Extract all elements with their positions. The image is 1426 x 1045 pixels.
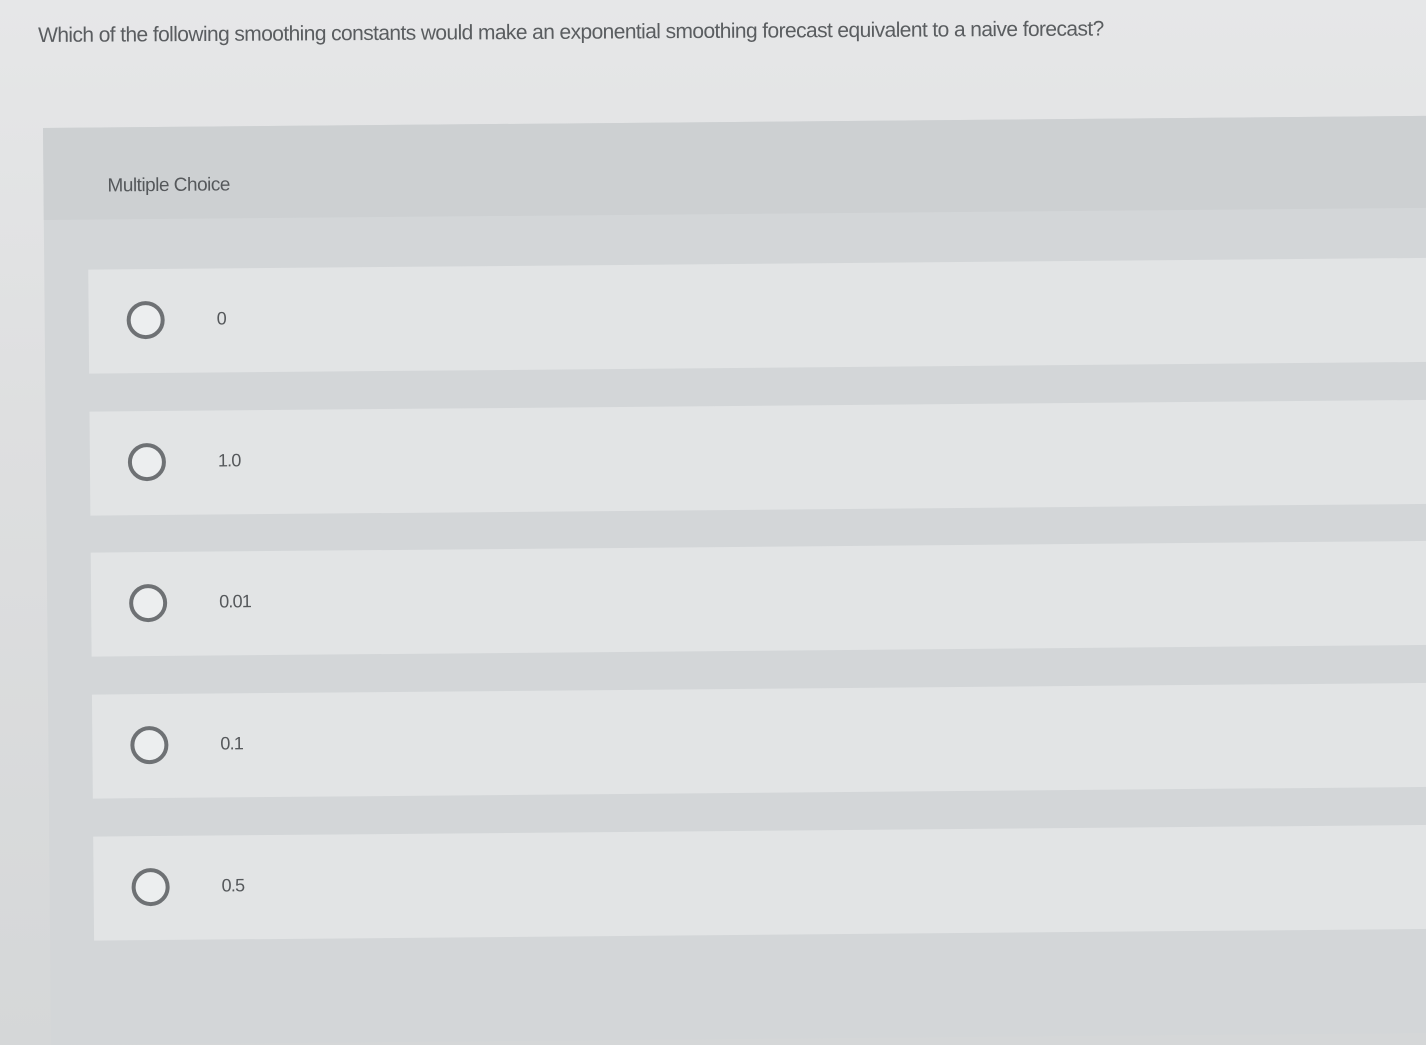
choice-label: 0	[216, 308, 226, 329]
radio-button[interactable]	[130, 725, 169, 765]
radio-button[interactable]	[131, 867, 170, 907]
choice-option-3[interactable]: 0.01	[90, 540, 1426, 657]
choice-option-2[interactable]: 1.0	[89, 399, 1426, 516]
choice-label: 1.0	[217, 450, 241, 471]
radio-button[interactable]	[126, 300, 165, 340]
choice-option-4[interactable]: 0.1	[91, 682, 1426, 799]
question-text: Which of the following smoothing constan…	[38, 17, 1104, 47]
choice-list: 0 1.0 0.01 0.1 0.5	[43, 116, 1426, 1045]
multiple-choice-panel: Multiple Choice 0 1.0 0.01 0.1 0.5	[43, 115, 1426, 1045]
choice-label: 0.01	[219, 591, 252, 612]
radio-button[interactable]	[128, 583, 168, 623]
radio-button[interactable]	[127, 442, 167, 482]
choice-label: 0.5	[221, 875, 245, 896]
quiz-page: Which of the following smoothing constan…	[0, 0, 1426, 1045]
choice-option-1[interactable]: 0	[88, 257, 1426, 374]
choice-label: 0.1	[220, 733, 244, 754]
choice-option-5[interactable]: 0.5	[93, 824, 1426, 941]
